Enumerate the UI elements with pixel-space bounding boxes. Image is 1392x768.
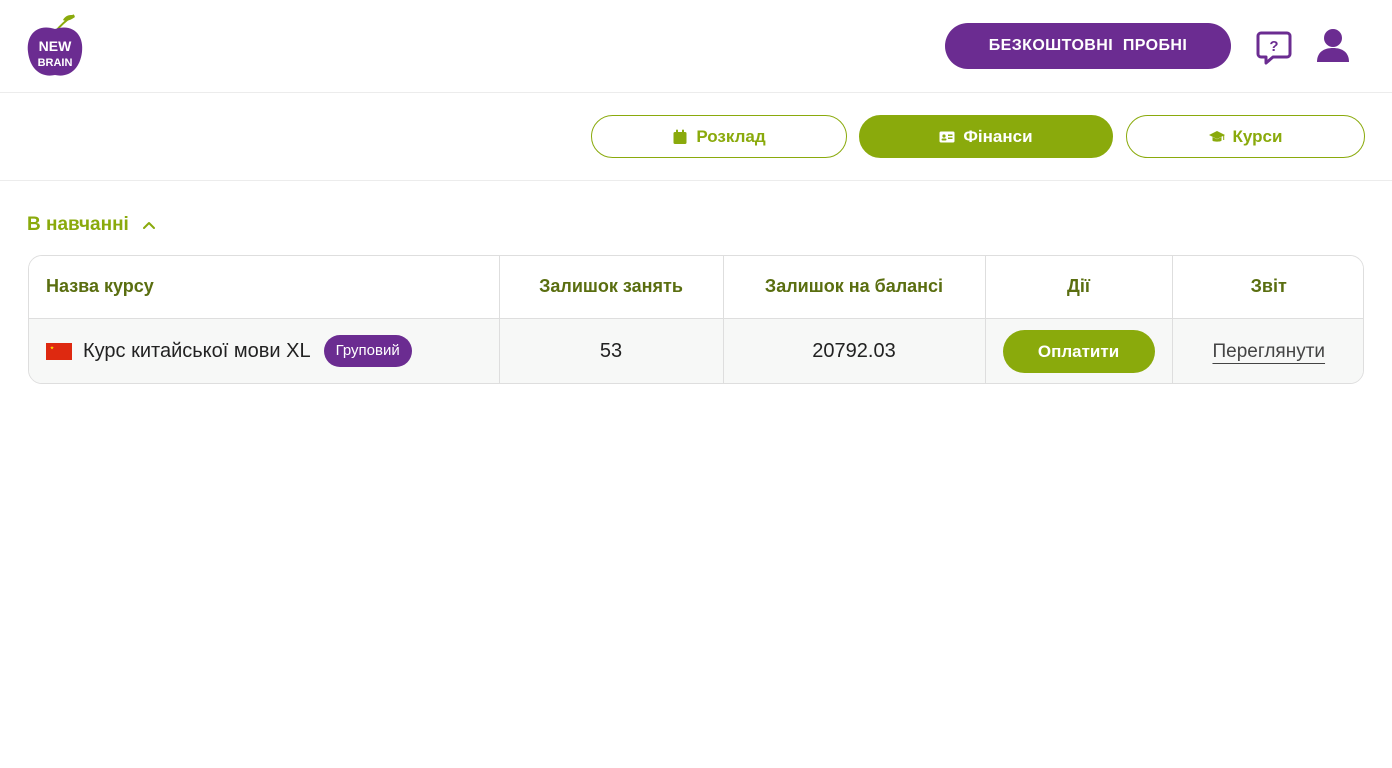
tab-finance-label: Фінанси <box>963 126 1033 146</box>
new-brain-logo[interactable]: NEW BRAIN <box>26 14 84 78</box>
table-row: Курс китайської мови XL Груповий 53 2079… <box>29 318 1363 383</box>
help-chat-icon[interactable]: ? <box>1255 28 1293 66</box>
pay-button[interactable]: Оплатити <box>1002 329 1155 373</box>
tab-courses-label: Курси <box>1232 126 1283 146</box>
chevron-up-icon <box>142 222 155 229</box>
graduation-cap-icon <box>1208 130 1225 142</box>
actions-cell: Оплатити <box>985 318 1173 383</box>
balance-value: 20792.03 <box>723 318 986 383</box>
view-report-link[interactable]: Переглянути <box>1212 341 1325 362</box>
svg-text:?: ? <box>1269 38 1278 55</box>
header-balance: Залишок на балансі <box>723 256 986 319</box>
tab-schedule-label: Розклад <box>696 126 766 146</box>
report-cell: Переглянути <box>1172 318 1363 383</box>
group-badge: Груповий <box>323 335 412 368</box>
calendar-icon <box>673 129 687 144</box>
tab-courses[interactable]: Курси <box>1126 115 1365 158</box>
table-header-row: Назва курсу Залишок занять Залишок на ба… <box>29 256 1363 319</box>
user-profile-icon[interactable] <box>1314 27 1352 65</box>
course-name: Курс китайської мови XL <box>83 339 311 362</box>
header-lessons-left: Залишок занять <box>499 256 724 319</box>
id-card-icon <box>939 131 955 142</box>
in-progress-section-toggle[interactable]: В навчанні <box>27 214 157 236</box>
header-course-name: Назва курсу <box>29 256 500 319</box>
courses-table: Назва курсу Залишок занять Залишок на ба… <box>28 255 1364 384</box>
header-actions: Дії <box>985 256 1173 319</box>
top-header: NEW BRAIN БЕЗКОШТОВНІ ПРОБНІ ? <box>0 0 1392 93</box>
tab-schedule[interactable]: Розклад <box>591 115 847 158</box>
lessons-left-value: 53 <box>499 318 724 383</box>
header-report: Звіт <box>1172 256 1363 319</box>
tab-finance[interactable]: Фінанси <box>859 115 1113 158</box>
free-trial-button[interactable]: БЕЗКОШТОВНІ ПРОБНІ <box>945 23 1231 69</box>
china-flag-icon <box>46 342 72 360</box>
section-title: В навчанні <box>27 214 129 235</box>
course-name-cell: Курс китайської мови XL Груповий <box>29 318 500 383</box>
navigation-tabs: Розклад Фінанси Курси <box>0 94 1392 181</box>
logo-text-line1: NEW <box>39 38 72 54</box>
logo-text-line2: BRAIN <box>38 57 73 69</box>
